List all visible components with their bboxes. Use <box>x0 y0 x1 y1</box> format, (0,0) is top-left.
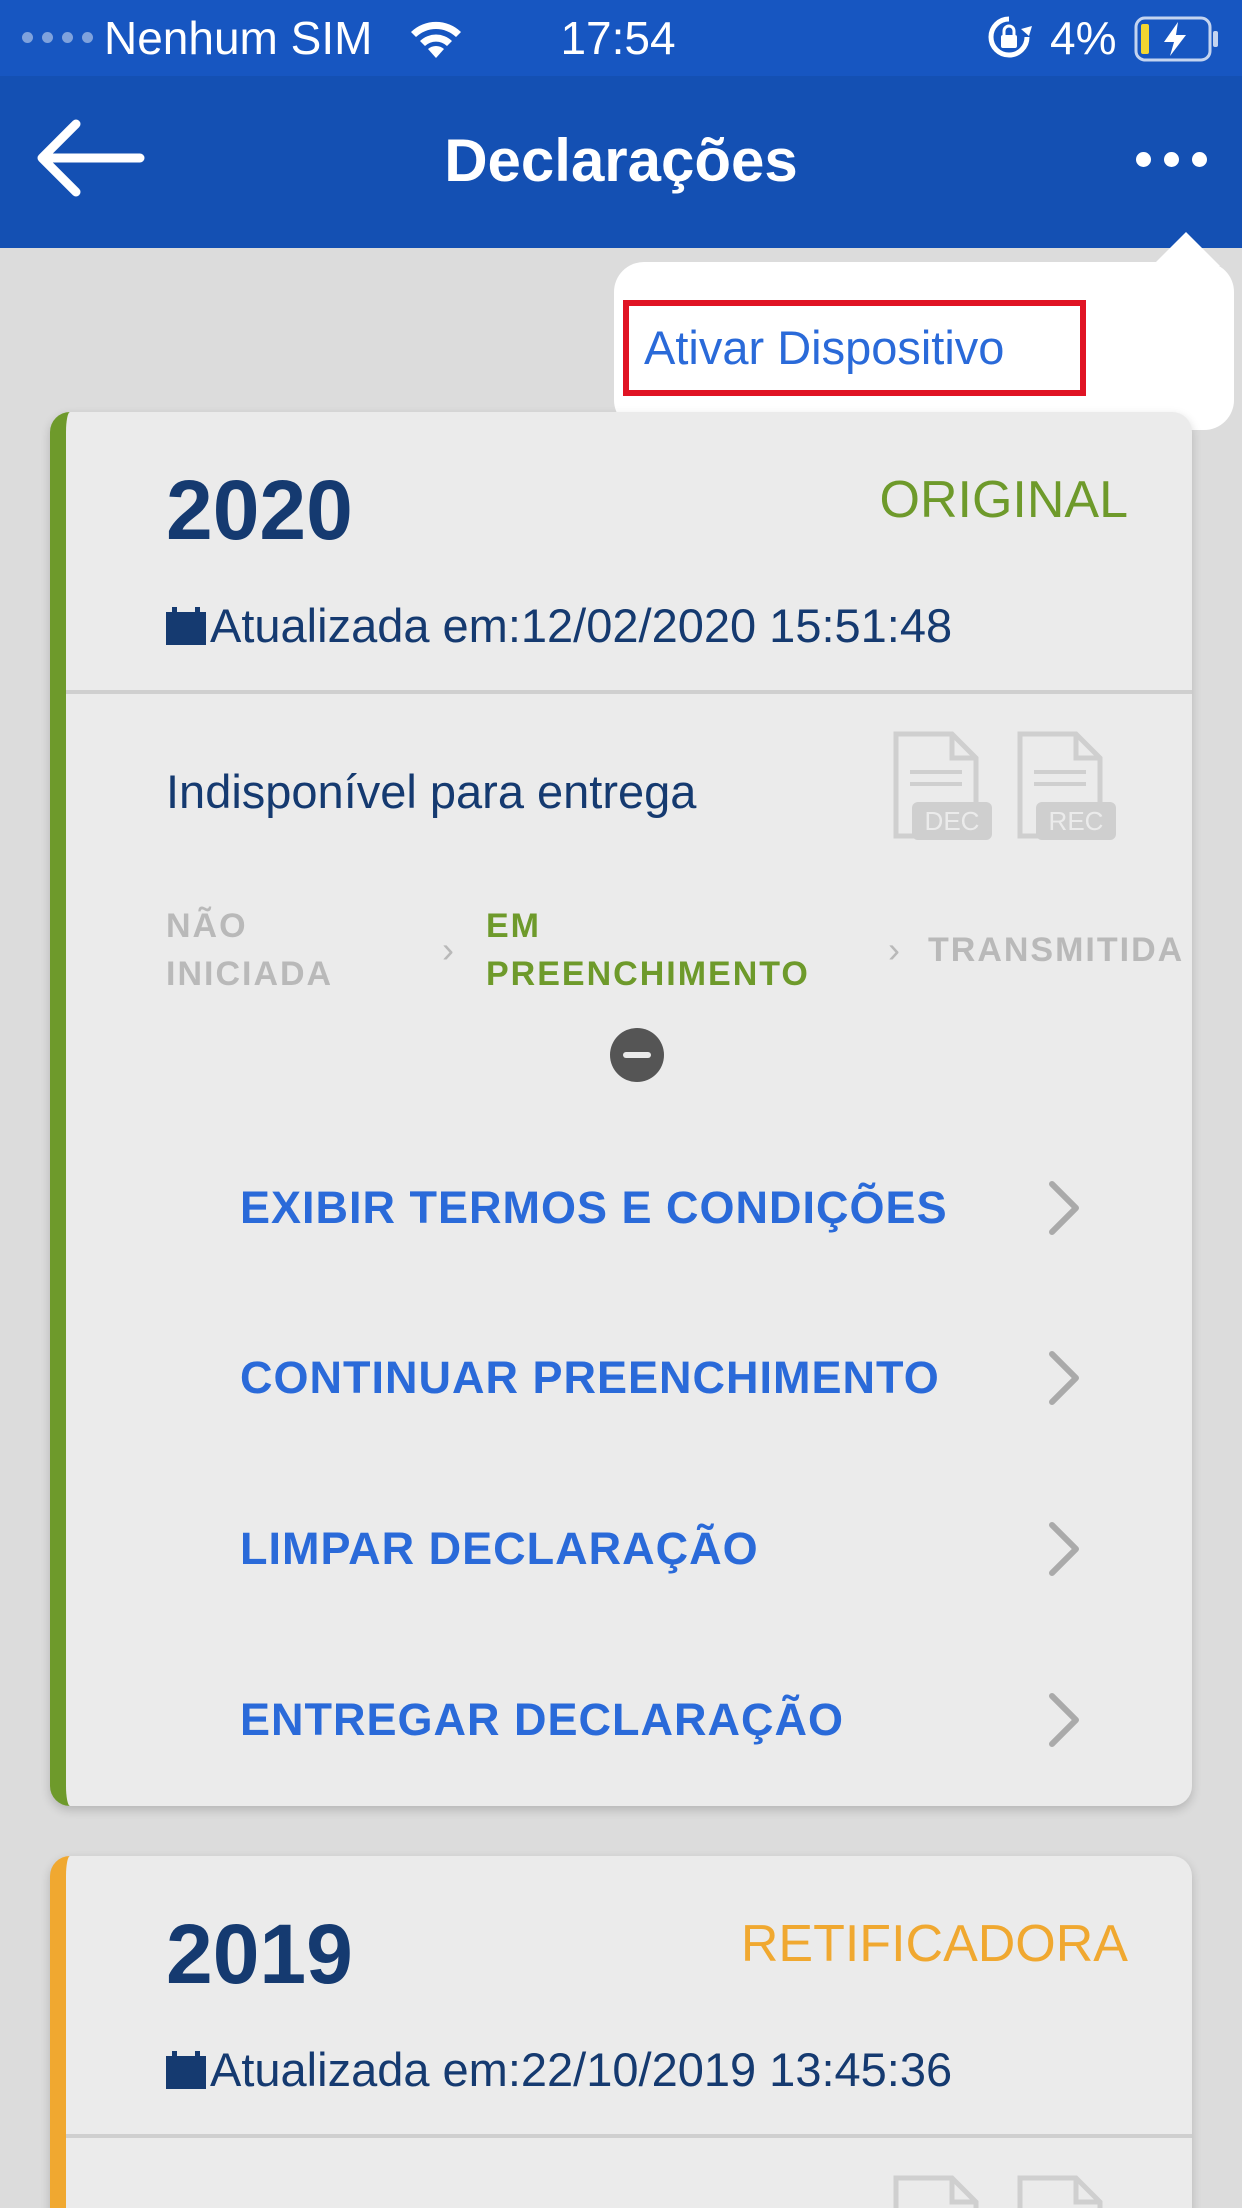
progress-steps: NÃO INICIADA › EM PREENCHIMENTO › TRANSM… <box>166 902 1192 1012</box>
card-updated: Atualizada em:22/10/2019 13:45:36 <box>166 2040 952 2100</box>
rec-label: REC <box>1049 806 1104 836</box>
card-updated: Atualizada em:12/02/2020 15:51:48 <box>166 596 952 656</box>
action-label: CONTINUAR PREENCHIMENTO <box>240 1352 940 1403</box>
rec-document-icon[interactable] <box>1016 2174 1118 2208</box>
step-label-line: PREENCHIMENTO <box>486 955 810 993</box>
card-type-badge: ORIGINAL <box>879 471 1129 529</box>
chevron-right-icon <box>1049 1181 1079 1235</box>
card-updated-text: Atualizada em:22/10/2019 13:45:36 <box>210 2043 953 2096</box>
card-divider <box>66 2134 1192 2138</box>
current-step-marker-icon <box>610 1028 664 1082</box>
chevron-right-icon <box>1049 1693 1079 1747</box>
more-icon[interactable] <box>1136 152 1207 167</box>
chevron-right-icon <box>1049 1351 1079 1405</box>
chevron-right-icon <box>1049 1522 1079 1576</box>
action-clear-declaration[interactable]: LIMPAR DECLARAÇÃO <box>66 1493 1192 1603</box>
step-separator-icon: › <box>888 929 902 970</box>
step-label-line: NÃO <box>166 907 248 945</box>
declaration-card-2019[interactable]: 2019 RETIFICADORA Atualizada em:22/10/20… <box>50 1856 1192 2208</box>
calendar-icon <box>166 2051 206 2089</box>
card-year: 2020 <box>166 463 353 557</box>
declaration-card-2020: 2020 ORIGINAL Atualizada em:12/02/2020 1… <box>50 412 1192 1806</box>
action-continue-filling[interactable]: CONTINUAR PREENCHIMENTO <box>66 1322 1192 1432</box>
card-divider <box>66 690 1192 694</box>
card-year: 2019 <box>166 1907 353 2001</box>
calendar-icon <box>166 607 206 645</box>
dec-label: DEC <box>925 806 980 836</box>
action-label: EXIBIR TERMOS E CONDIÇÕES <box>240 1182 948 1233</box>
availability-status: Indisponível para entrega <box>166 765 697 818</box>
action-label: LIMPAR DECLARAÇÃO <box>240 1523 759 1574</box>
step-label-line: TRANSMITIDA <box>928 931 1185 969</box>
card-updated-text: Atualizada em:12/02/2020 15:51:48 <box>210 599 953 652</box>
step-transmitted: TRANSMITIDA <box>928 926 1184 974</box>
popover-arrow <box>1152 232 1220 266</box>
action-submit-declaration[interactable]: ENTREGAR DECLARAÇÃO <box>66 1664 1192 1774</box>
step-not-started: NÃO INICIADA <box>166 902 333 998</box>
battery-percent: 4% <box>1050 12 1117 64</box>
battery-charging-icon <box>1134 16 1218 62</box>
step-label-line: INICIADA <box>166 955 334 993</box>
card-type-badge: RETIFICADORA <box>740 1915 1128 1973</box>
dec-document-icon[interactable] <box>892 2174 994 2208</box>
action-label: ENTREGAR DECLARAÇÃO <box>240 1694 844 1745</box>
navigation-bar: Declarações <box>0 76 1242 248</box>
step-separator-icon: › <box>442 929 456 970</box>
step-in-progress: EM PREENCHIMENTO <box>486 902 810 998</box>
step-label-line: EM <box>486 907 541 945</box>
action-show-terms[interactable]: EXIBIR TERMOS E CONDIÇÕES <box>66 1152 1192 1262</box>
page-title: Declarações <box>444 127 798 194</box>
status-bar: Nenhum SIM 17:54 4% <box>0 0 1242 76</box>
rec-document-icon[interactable]: REC <box>1016 730 1118 842</box>
orientation-lock-icon <box>988 16 1032 58</box>
dec-document-icon[interactable]: DEC <box>892 730 994 842</box>
menu-item-activate-device[interactable]: Ativar Dispositivo <box>623 300 1086 396</box>
